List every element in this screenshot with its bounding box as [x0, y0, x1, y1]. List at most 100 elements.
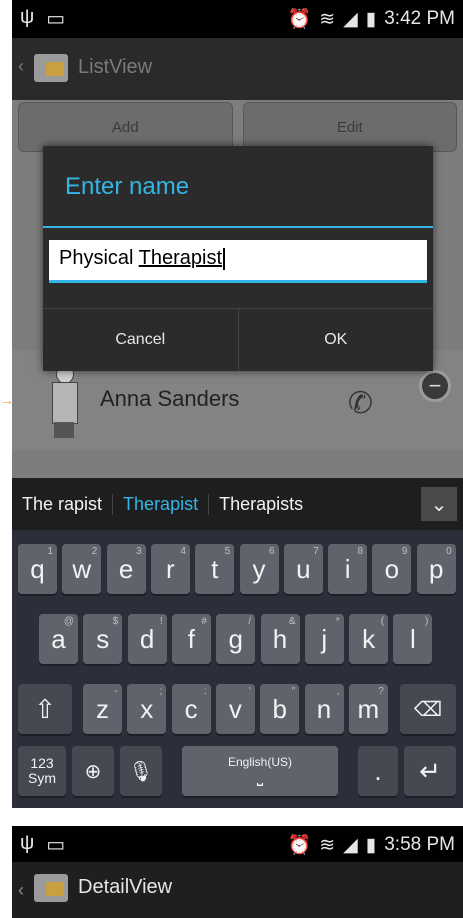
key-label: q: [30, 553, 45, 584]
back-chevron-icon[interactable]: ‹: [18, 56, 24, 77]
key-hint: @: [63, 616, 74, 627]
key-e[interactable]: 3e: [106, 544, 146, 594]
key-hint: $: [112, 616, 119, 627]
space-key[interactable]: English(US) ⎵: [182, 746, 338, 796]
sym-key[interactable]: 123 Sym: [18, 746, 66, 796]
key-hint: 9: [401, 546, 408, 557]
phone-icon[interactable]: ✆: [348, 386, 373, 421]
key-label: s: [96, 623, 110, 654]
key-hint: ,: [336, 686, 340, 697]
key-label: t: [211, 553, 219, 584]
action-bar: ‹ ListView: [12, 38, 463, 100]
contact-avatar: [44, 364, 84, 438]
text-caret: [223, 247, 226, 270]
key-c[interactable]: :c: [171, 684, 211, 734]
key-label: v: [228, 693, 242, 724]
wifi-icon: ≋: [319, 8, 336, 30]
key-j[interactable]: * j: [304, 614, 344, 664]
soft-keyboard: 1q2w3e4r5t6y7u8i9o0p @ a $ s! d # f / g & h * j(k) l …: [12, 530, 463, 808]
expand-suggestions-icon[interactable]: ⌄: [421, 487, 457, 521]
key-hint: !: [159, 616, 163, 627]
key-hint: 7: [313, 546, 319, 557]
ok-button[interactable]: OK: [239, 309, 434, 371]
key-hint: (: [380, 616, 385, 627]
key-label: m: [357, 693, 380, 724]
status-bar-2: ψ ▭ ⏰ ≋ ◢ ▮ 3:58 PM: [12, 826, 463, 862]
suggestion-bar: The rapist Therapist Therapists ⌄: [12, 478, 463, 530]
key-r[interactable]: 4r: [150, 544, 190, 594]
key-m[interactable]: ? m: [348, 684, 388, 734]
key-label: w: [72, 553, 92, 584]
key-w[interactable]: 2w: [62, 544, 102, 594]
key-v[interactable]: ' v: [215, 684, 255, 734]
status-time: 3:42 PM: [384, 8, 455, 29]
signal-icon: ◢: [343, 8, 358, 30]
key-n[interactable]: ,n: [304, 684, 344, 734]
key-hint: ;: [159, 686, 163, 697]
wifi-icon: ≋: [319, 834, 336, 856]
key-hint: ): [425, 616, 429, 627]
key-label: g: [228, 623, 243, 654]
page-title-2: DetailView: [78, 876, 173, 898]
name-input-composing-text: Therapist: [138, 247, 223, 269]
key-l[interactable]: ) l: [393, 614, 433, 664]
key-q[interactable]: 1q: [18, 544, 57, 594]
suggestion-3[interactable]: Therapists: [209, 494, 313, 515]
app-logo[interactable]: [34, 874, 68, 902]
key-hint: *: [335, 616, 340, 627]
key-label: e: [118, 553, 134, 584]
key-u[interactable]: 7u: [283, 544, 323, 594]
usb-icon: ψ: [20, 6, 35, 28]
dialog-title-divider: [43, 226, 433, 228]
key-label: c: [184, 693, 198, 724]
key-d[interactable]: ! d: [127, 614, 167, 664]
suggestion-1[interactable]: The rapist: [12, 493, 114, 515]
enter-key[interactable]: ↵: [404, 746, 456, 796]
key-o[interactable]: 9o: [372, 544, 412, 594]
add-button[interactable]: Add: [18, 102, 233, 152]
edit-button[interactable]: Edit: [242, 102, 457, 152]
key-g[interactable]: / g: [216, 614, 256, 664]
back-chevron-icon[interactable]: ‹: [18, 880, 24, 901]
key-label: z: [96, 693, 109, 724]
keyboard-icon: ▭: [46, 8, 66, 30]
key-y[interactable]: 6y: [239, 544, 279, 594]
alarm-icon: ⏰: [287, 835, 312, 856]
key-i[interactable]: 8i: [328, 544, 368, 594]
key-label: f: [187, 623, 195, 654]
key-a[interactable]: @ a: [39, 614, 78, 664]
detailview-screen: ψ ▭ ⏰ ≋ ◢ ▮ 3:58 PM ‹ DetailView: [12, 826, 463, 918]
key-label: d: [139, 623, 155, 654]
dialog-title: Enter name: [65, 173, 190, 200]
suggestion-2[interactable]: Therapist: [113, 493, 210, 515]
signal-icon: ◢: [343, 834, 358, 856]
backspace-key[interactable]: ⌫: [400, 684, 456, 734]
key-hint: :: [203, 686, 207, 697]
key-label: a: [51, 623, 66, 654]
shift-key[interactable]: ⇧: [18, 684, 72, 734]
key-b[interactable]: " b: [260, 684, 300, 734]
globe-icon[interactable]: ⊕: [72, 746, 114, 796]
key-label: b: [272, 693, 287, 724]
key-f[interactable]: # f: [171, 614, 211, 664]
key-h[interactable]: & h: [260, 614, 300, 664]
period-key[interactable]: .: [358, 746, 398, 796]
action-bar-2: ‹ DetailView: [12, 862, 463, 918]
key-z[interactable]: -z: [83, 684, 122, 734]
remove-icon[interactable]: −: [419, 370, 451, 402]
key-p[interactable]: 0p: [416, 544, 456, 594]
name-input[interactable]: Physical Therapist: [49, 240, 427, 283]
key-label: h: [272, 623, 288, 654]
cancel-button[interactable]: Cancel: [43, 309, 238, 371]
key-k[interactable]: (k: [349, 614, 389, 664]
mic-icon[interactable]: 🎙: [120, 746, 162, 796]
space-key-label: English(US): [227, 755, 293, 769]
key-hint: ": [291, 686, 296, 697]
key-t[interactable]: 5t: [195, 544, 235, 594]
key-label: r: [166, 553, 175, 584]
app-logo[interactable]: [34, 54, 68, 82]
key-s[interactable]: $ s: [83, 614, 123, 664]
enter-name-dialog: Enter name Physical Therapist Cancel OK: [43, 146, 433, 371]
key-x[interactable]: ; x: [127, 684, 167, 734]
status-bar: ψ ▭ ⏰ ≋ ◢ ▮ 3:42 PM: [12, 0, 463, 38]
